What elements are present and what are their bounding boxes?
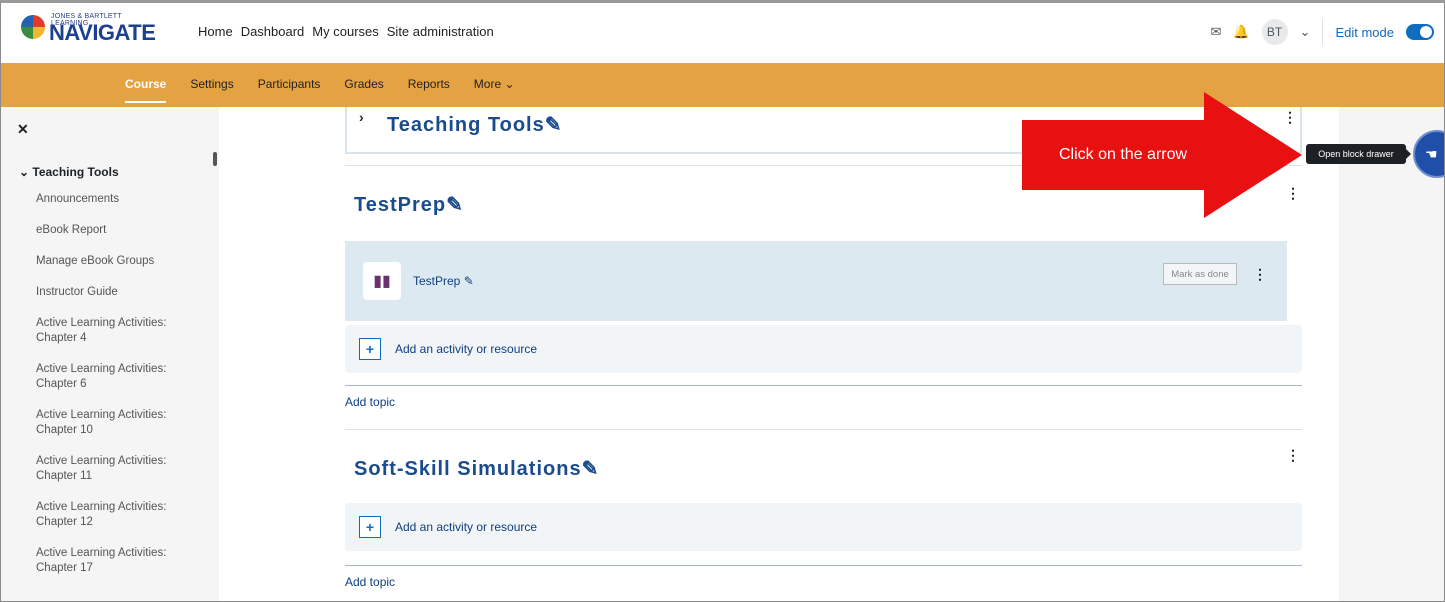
add-activity-bar[interactable]: + Add an activity or resource [345, 325, 1302, 373]
tooltip: Open block drawer [1306, 144, 1411, 164]
course-index-drawer: ✕ ⌄ Teaching Tools Announcements eBook R… [1, 107, 219, 601]
pencil-icon[interactable]: ✎ [446, 194, 464, 216]
drawer-section-teaching-tools[interactable]: ⌄ Teaching Tools [19, 165, 119, 179]
add-topic-link[interactable]: Add topic [345, 395, 395, 409]
site-logo[interactable]: JONES & BARTLETT LEARNING NAVIGATE [21, 13, 161, 53]
browser-frame: JONES & BARTLETT LEARNING NAVIGATE Home … [0, 0, 1445, 602]
primary-nav: Home Dashboard My courses Site administr… [198, 24, 494, 39]
divider [1322, 19, 1324, 45]
drawer-item-ebook-report[interactable]: eBook Report [36, 223, 206, 238]
drawer-scrollbar[interactable] [213, 152, 217, 166]
add-activity-link[interactable]: Add an activity or resource [395, 520, 537, 534]
tab-settings[interactable]: Settings [190, 77, 233, 103]
pencil-icon[interactable]: ✎ [582, 458, 600, 480]
logo-big-text: NAVIGATE [49, 20, 156, 45]
block-drawer-strip [1339, 107, 1444, 601]
logo-emblem-icon [21, 15, 45, 39]
activity-link[interactable]: TestPrep ✎ [413, 274, 474, 288]
drawer-section-label: Teaching Tools [32, 165, 119, 179]
drawer-item-list: Announcements eBook Report Manage eBook … [36, 192, 206, 592]
tab-reports[interactable]: Reports [408, 77, 450, 103]
kebab-menu-icon[interactable]: ⋮ [1286, 447, 1300, 464]
section-title-teaching-tools[interactable]: Teaching Tools✎ [387, 112, 562, 137]
section-title-testprep[interactable]: TestPrep✎ [354, 192, 464, 217]
nav-my-courses[interactable]: My courses [312, 24, 378, 39]
drawer-item-instructor-guide[interactable]: Instructor Guide [36, 285, 206, 300]
add-topic-line [345, 385, 1302, 386]
drawer-item-ala-ch6[interactable]: Active Learning Activities: Chapter 6 [36, 362, 206, 392]
plus-icon[interactable]: + [359, 516, 381, 538]
hand-pointer-icon: ☚ [1425, 145, 1438, 162]
nav-home[interactable]: Home [198, 24, 233, 39]
plus-icon[interactable]: + [359, 338, 381, 360]
add-activity-bar[interactable]: + Add an activity or resource [345, 503, 1302, 551]
add-topic-link[interactable]: Add topic [345, 575, 395, 589]
notifications-bell-icon[interactable]: 🔔 [1233, 24, 1249, 40]
drawer-item-ala-ch11[interactable]: Active Learning Activities: Chapter 11 [36, 454, 206, 484]
tab-more[interactable]: More ⌄ [474, 77, 515, 103]
chevron-right-icon[interactable]: › [359, 109, 364, 125]
nav-dashboard[interactable]: Dashboard [241, 24, 305, 39]
drawer-item-ala-ch12[interactable]: Active Learning Activities: Chapter 12 [36, 500, 206, 530]
pencil-icon[interactable]: ✎ [464, 274, 474, 288]
section-divider [345, 429, 1302, 430]
user-avatar[interactable]: BT [1261, 19, 1288, 45]
add-activity-link[interactable]: Add an activity or resource [395, 342, 537, 356]
edit-mode-label: Edit mode [1335, 24, 1394, 40]
drawer-item-manage-ebook-groups[interactable]: Manage eBook Groups [36, 254, 206, 269]
mark-as-done-button[interactable]: Mark as done [1163, 263, 1237, 285]
tab-course[interactable]: Course [125, 77, 167, 103]
chevron-down-icon[interactable]: ⌄ [1300, 24, 1311, 40]
close-icon[interactable]: ✕ [17, 121, 29, 138]
tab-grades[interactable]: Grades [344, 77, 383, 103]
user-menu-area: ✉ 🔔 BT ⌄ Edit mode [1210, 17, 1434, 47]
pencil-icon[interactable]: ✎ [545, 114, 563, 136]
section-title-soft-skill[interactable]: Soft-Skill Simulations✎ [354, 456, 599, 481]
nav-site-administration[interactable]: Site administration [387, 24, 494, 39]
chevron-down-icon: ⌄ [19, 165, 33, 179]
annotation-text: Click on the arrow [1059, 146, 1188, 163]
edit-mode-toggle[interactable] [1406, 24, 1434, 40]
drawer-item-announcements[interactable]: Announcements [36, 192, 206, 207]
activity-testprep: ▮▮ TestPrep ✎ Mark as done ⋮ [345, 241, 1287, 321]
add-topic-line [345, 565, 1302, 566]
kebab-menu-icon[interactable]: ⋮ [1253, 266, 1267, 283]
drawer-item-ala-ch4[interactable]: Active Learning Activities: Chapter 4 [36, 316, 206, 346]
tab-participants[interactable]: Participants [258, 77, 321, 103]
flashcards-icon: ▮▮ [363, 262, 401, 300]
drawer-item-ala-ch17[interactable]: Active Learning Activities: Chapter 17 [36, 546, 206, 576]
top-navbar: JONES & BARTLETT LEARNING NAVIGATE Home … [1, 3, 1444, 64]
drawer-item-ala-ch10[interactable]: Active Learning Activities: Chapter 10 [36, 408, 206, 438]
messages-icon[interactable]: ✉ [1210, 24, 1221, 40]
